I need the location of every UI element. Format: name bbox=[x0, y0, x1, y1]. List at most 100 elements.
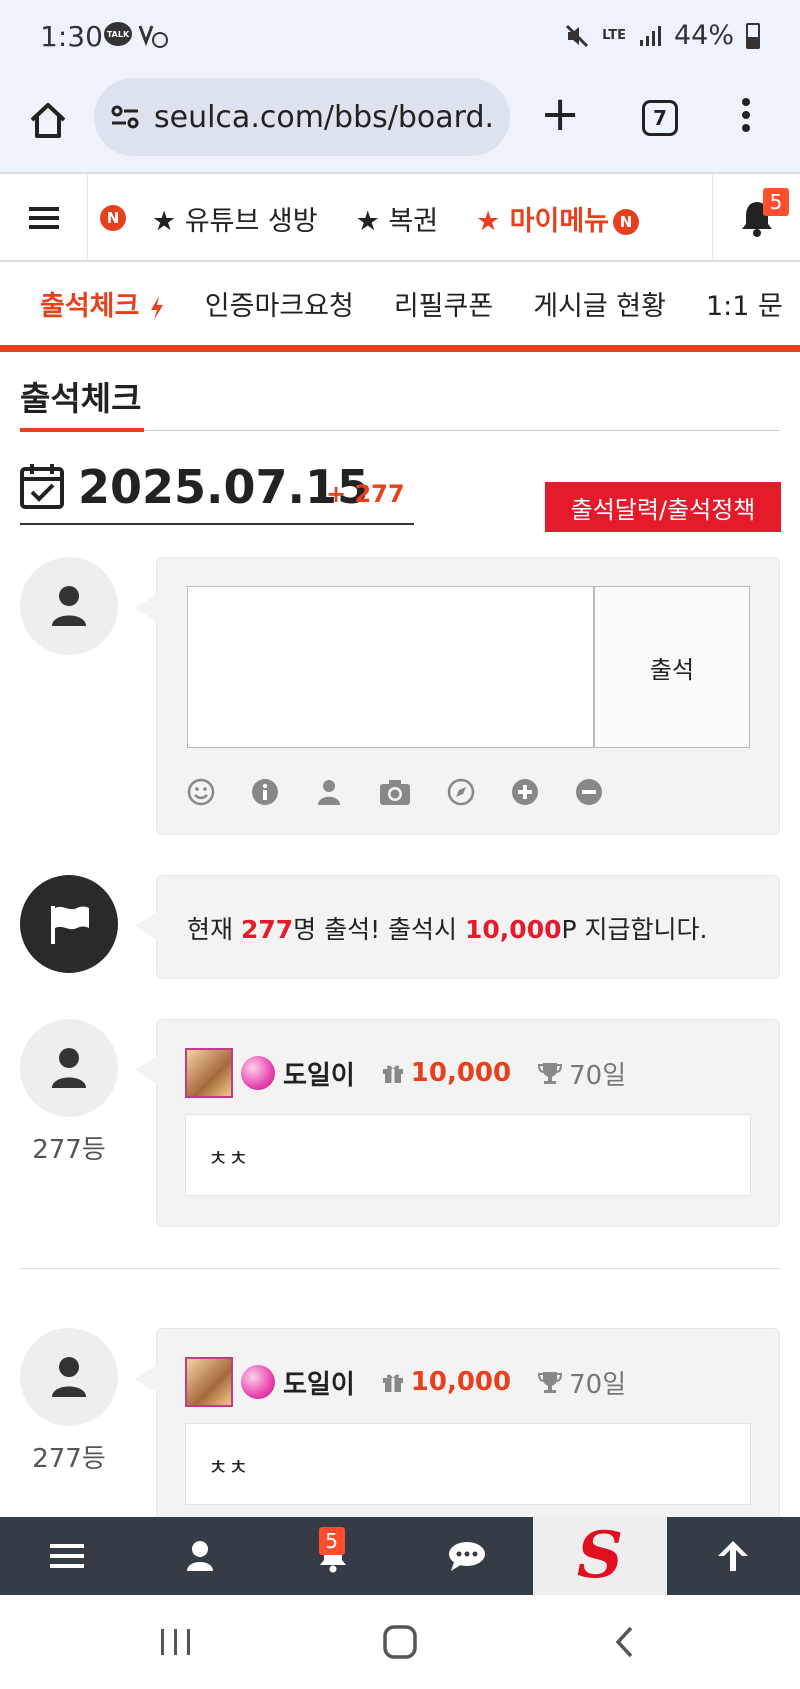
site-navigation: N ★ 유튜브 생방 ★ 복권 ★ 마이메뉴 N 5 bbox=[0, 172, 800, 262]
gift-icon bbox=[382, 1374, 403, 1392]
attendance-notice: 현재 277명 출석! 출석시 10,000P 지급합니다. bbox=[135, 875, 780, 979]
emoji-icon[interactable] bbox=[187, 778, 215, 806]
candy-icon bbox=[241, 1365, 275, 1399]
status-time: 1:30 bbox=[40, 20, 103, 53]
bottom-bar: 5 S bbox=[0, 1517, 800, 1595]
user-icon bbox=[186, 1541, 213, 1571]
bottom-menu-button[interactable] bbox=[0, 1517, 133, 1595]
arrow-up-icon bbox=[718, 1541, 749, 1571]
avatar bbox=[20, 557, 118, 655]
menu-icon bbox=[49, 1544, 84, 1568]
scroll-top-button[interactable] bbox=[667, 1517, 800, 1595]
tab-switcher-button[interactable]: 7 bbox=[642, 100, 678, 136]
mute-icon bbox=[566, 24, 589, 47]
trophy-icon bbox=[538, 1372, 563, 1393]
notice-suffix: P 지급합니다. bbox=[561, 915, 708, 944]
nav-item-youtube-live[interactable]: ★ 유튜브 생방 bbox=[152, 199, 318, 238]
sub-item-refill-coupon[interactable]: 리필쿠폰 bbox=[394, 284, 493, 323]
status-bar: 1:30 TALK LTE 44% bbox=[0, 0, 800, 76]
trophy-icon bbox=[538, 1063, 563, 1084]
plus-circle-icon[interactable] bbox=[511, 778, 539, 806]
bottom-notification-count: 5 bbox=[318, 1527, 345, 1555]
entry-points: 10,000 bbox=[410, 1367, 512, 1397]
bolt-icon bbox=[150, 295, 163, 320]
sub-item-inquiry[interactable]: 1:1 문 bbox=[706, 284, 783, 323]
attend-button[interactable]: 출석 bbox=[594, 586, 750, 748]
hamburger-menu-button[interactable] bbox=[0, 174, 88, 262]
network-type: LTE bbox=[602, 28, 626, 43]
signal-icon bbox=[639, 25, 661, 46]
camera-icon[interactable] bbox=[379, 778, 411, 806]
home-icon[interactable] bbox=[26, 98, 70, 142]
notice-text: 현재 277명 출석! 출석시 10,000P 지급합니다. bbox=[187, 910, 707, 946]
comment-textarea[interactable] bbox=[187, 586, 594, 748]
more-menu-icon[interactable] bbox=[742, 98, 752, 137]
gift-icon bbox=[382, 1065, 403, 1083]
date-row: 2025.07.15 + 277 bbox=[20, 460, 414, 525]
recent-apps-icon[interactable] bbox=[159, 1627, 193, 1657]
notice-points: 10,000 bbox=[465, 915, 562, 944]
sub-menu: 출석체크 인증마크요청 리필쿠폰 게시글 현황 1:1 문 bbox=[0, 262, 800, 352]
entry-rank: 277등 bbox=[32, 1135, 106, 1165]
entry-divider bbox=[20, 1268, 780, 1269]
notice-count: 277 bbox=[240, 915, 294, 944]
system-navigation-bar bbox=[0, 1595, 800, 1689]
flag-icon bbox=[51, 906, 89, 944]
bottom-chat-button[interactable] bbox=[400, 1517, 533, 1595]
user-icon bbox=[52, 586, 86, 626]
bottom-profile-button[interactable] bbox=[133, 1517, 266, 1595]
url-text[interactable]: seulca.com/bbs/board.p bbox=[154, 100, 494, 135]
sub-item-attendance[interactable]: 출석체크 bbox=[40, 284, 165, 323]
title-underline bbox=[20, 428, 144, 432]
battery-icon bbox=[746, 22, 760, 49]
nav-item-my-menu[interactable]: ★ 마이메뉴 N bbox=[476, 199, 640, 238]
talk-notification-icon: TALK bbox=[104, 22, 132, 46]
new-tab-button[interactable]: + bbox=[540, 90, 580, 138]
back-icon[interactable] bbox=[613, 1625, 635, 1659]
status-right: LTE 44% bbox=[564, 20, 760, 51]
calendar-check-icon bbox=[20, 464, 64, 509]
system-home-icon[interactable] bbox=[382, 1624, 418, 1660]
address-bar[interactable]: seulca.com/bbs/board.p bbox=[94, 78, 510, 156]
browser-toolbar: seulca.com/bbs/board.p + 7 bbox=[0, 76, 800, 172]
notification-button[interactable]: 5 bbox=[712, 174, 800, 262]
avatar bbox=[20, 1019, 118, 1117]
battery-percent: 44% bbox=[673, 20, 734, 51]
bottom-notification-button[interactable]: 5 bbox=[267, 1517, 400, 1595]
minus-circle-icon[interactable] bbox=[575, 778, 603, 806]
attendance-entry: 도일이 10,000 70일 ㅊㅊ bbox=[135, 1328, 780, 1536]
compass-icon[interactable] bbox=[447, 778, 475, 806]
entry-days: 70일 bbox=[569, 1369, 627, 1400]
attendance-entry: 도일이 10,000 70일 ㅊㅊ bbox=[135, 1019, 780, 1227]
calendar-policy-button[interactable]: 출석달력/출석정책 bbox=[545, 482, 781, 532]
page-title: 출석체크 bbox=[20, 379, 142, 418]
entry-header: 도일이 10,000 70일 bbox=[185, 1357, 626, 1407]
info-icon[interactable] bbox=[251, 778, 279, 806]
hamburger-icon bbox=[28, 202, 59, 234]
site-logo-button[interactable]: S bbox=[533, 1517, 667, 1595]
attendance-form: 출석 bbox=[135, 557, 780, 835]
entry-nickname[interactable]: 도일이 bbox=[283, 1055, 355, 1092]
entry-comment: ㅊㅊ bbox=[185, 1114, 751, 1196]
site-settings-icon[interactable] bbox=[110, 102, 140, 132]
status-left-icons: TALK bbox=[104, 22, 168, 48]
notice-prefix: 현재 bbox=[187, 915, 241, 944]
editor-toolbar bbox=[187, 778, 603, 806]
sub-item-cert-mark[interactable]: 인증마크요청 bbox=[205, 284, 354, 323]
new-badge: N bbox=[100, 205, 126, 231]
candy-icon bbox=[241, 1056, 275, 1090]
user-tag-icon[interactable] bbox=[315, 778, 343, 806]
sub-item-post-status[interactable]: 게시글 현황 bbox=[533, 284, 666, 323]
entry-points: 10,000 bbox=[410, 1058, 512, 1088]
entry-header: 도일이 10,000 70일 bbox=[185, 1048, 626, 1098]
attendance-count: + 277 bbox=[326, 480, 405, 508]
notification-count: 5 bbox=[763, 188, 789, 216]
nav-item-lottery[interactable]: ★ 복권 bbox=[356, 199, 438, 238]
entry-nickname[interactable]: 도일이 bbox=[283, 1364, 355, 1401]
chat-icon bbox=[448, 1542, 485, 1571]
site-logo: S bbox=[576, 1518, 624, 1593]
nav-items: N ★ 유튜브 생방 ★ 복권 ★ 마이메뉴 N bbox=[100, 174, 677, 262]
avatar bbox=[20, 1328, 118, 1426]
nav-item-my-menu-label: ★ 마이메뉴 bbox=[476, 205, 610, 237]
new-badge: N bbox=[613, 209, 640, 235]
